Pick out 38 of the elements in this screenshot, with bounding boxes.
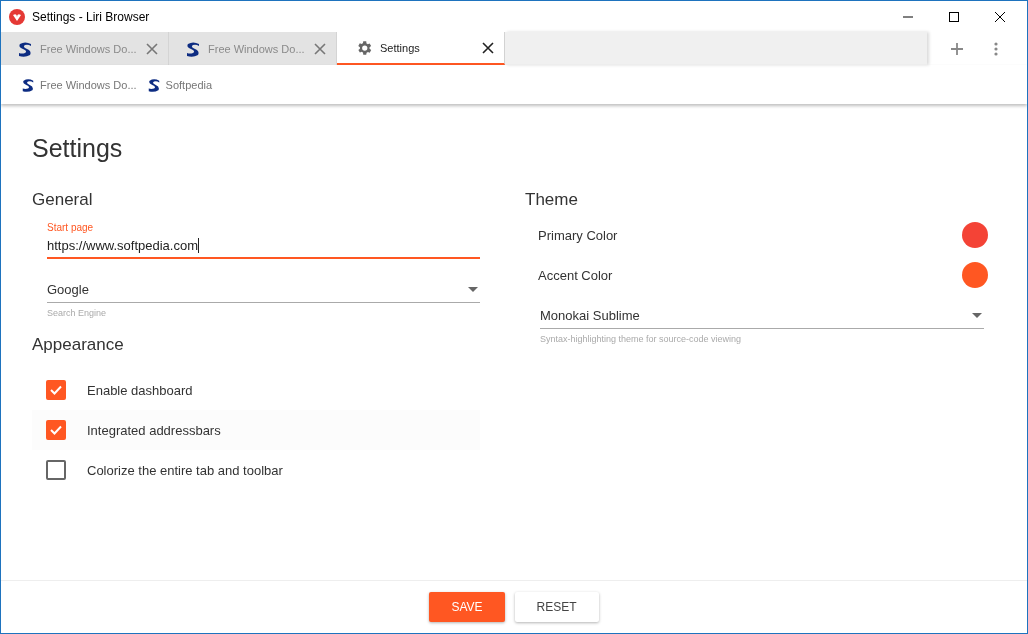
search-engine-dropdown[interactable]: Google (47, 276, 480, 303)
page-title: Settings (32, 134, 124, 163)
option-label: Enable dashboard (87, 382, 193, 398)
checkbox[interactable] (46, 420, 66, 440)
option-label: Colorize the entire tab and toolbar (87, 462, 283, 478)
app-logo-icon (9, 8, 25, 25)
window-title: Settings - Liri Browser (32, 9, 150, 24)
checkbox[interactable] (46, 380, 66, 400)
section-heading: Theme (525, 190, 579, 210)
browser-tab[interactable]: Settings (337, 32, 505, 65)
new-tab-icon[interactable] (950, 41, 964, 56)
start-page-field[interactable]: Start page https://www.softpedia.com (47, 222, 480, 259)
option-label: Integrated addressbars (87, 422, 221, 438)
bookmark-item[interactable]: Softpedia (146, 77, 213, 92)
reset-button[interactable]: RESET (514, 592, 599, 622)
section-heading: Appearance (32, 335, 125, 355)
color-label: Primary Color (538, 227, 618, 243)
maximize-icon[interactable] (948, 10, 960, 23)
close-tab-icon[interactable] (482, 41, 494, 54)
section-heading: General (32, 190, 94, 210)
syntax-theme-dropdown[interactable]: Monokai Sublime (540, 302, 984, 329)
color-swatch[interactable] (962, 262, 988, 288)
site-favicon-icon (17, 40, 33, 57)
color-swatch[interactable] (962, 222, 988, 248)
helper-text: Syntax-highlighting theme for source-code viewing (540, 334, 743, 344)
site-favicon-icon (185, 40, 201, 57)
site-favicon-icon (21, 77, 35, 92)
checkmark-icon (49, 423, 63, 437)
checkmark-icon (49, 383, 63, 397)
color-label: Accent Color (538, 267, 613, 283)
close-icon[interactable] (994, 10, 1006, 23)
dropdown-arrow-icon (972, 312, 982, 318)
checkbox[interactable] (46, 460, 66, 480)
dropdown-arrow-icon (468, 286, 478, 292)
site-favicon-icon (146, 77, 161, 92)
helper-text: Search Engine (47, 308, 108, 318)
bookmark-item[interactable]: Free Windows Do... (21, 77, 137, 92)
more-menu-icon[interactable] (994, 41, 998, 56)
